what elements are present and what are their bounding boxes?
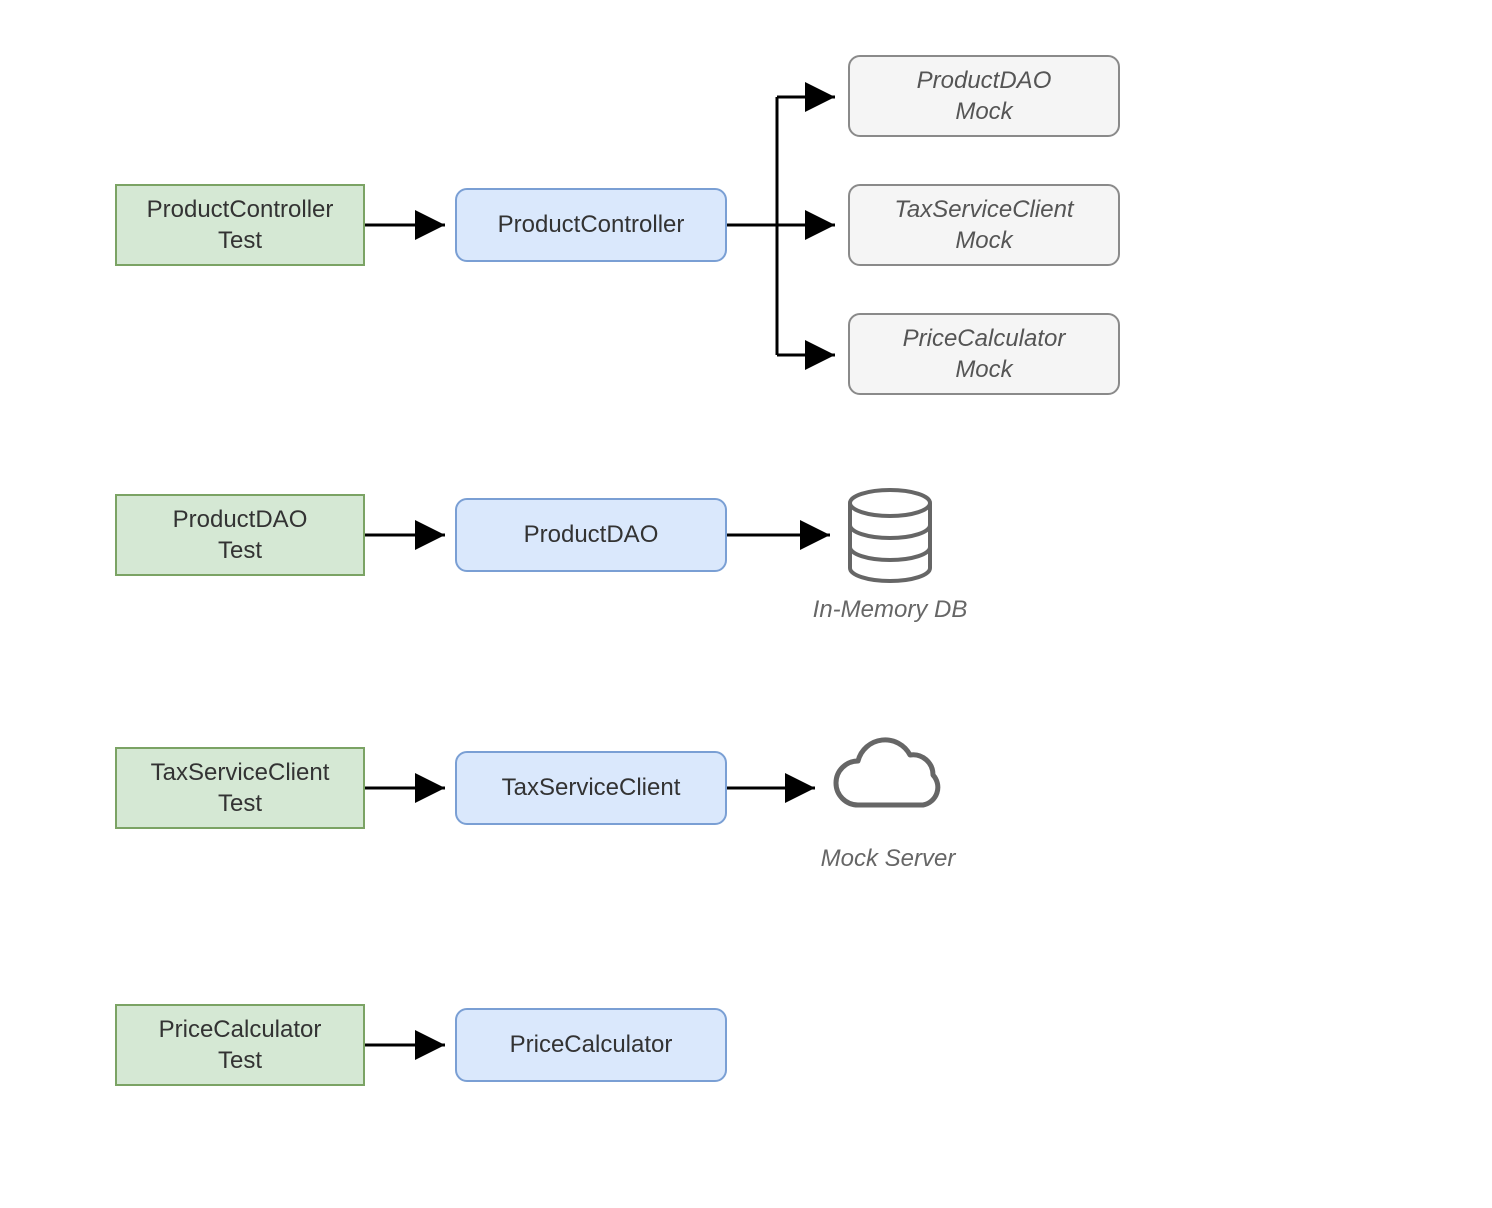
test-label: TaxServiceClientTest xyxy=(151,757,330,819)
cloud-icon xyxy=(828,735,948,830)
arrow-icon xyxy=(365,788,455,790)
mock-label: PriceCalculatorMock xyxy=(903,323,1066,385)
arrow-icon xyxy=(365,1045,455,1047)
test-label: PriceCalculatorTest xyxy=(159,1014,322,1076)
tax-service-client-test-box: TaxServiceClientTest xyxy=(115,747,365,829)
product-dao-test-box: ProductDAOTest xyxy=(115,494,365,576)
database-icon xyxy=(845,488,935,588)
product-dao-mock-box: ProductDAOMock xyxy=(848,55,1120,137)
subject-label: ProductController xyxy=(498,209,685,240)
mock-server-caption: Mock Server xyxy=(808,845,968,873)
arrow-icon xyxy=(727,788,827,790)
tax-service-client-box: TaxServiceClient xyxy=(455,751,727,825)
product-controller-box: ProductController xyxy=(455,188,727,262)
arrow-icon xyxy=(727,535,842,537)
test-label: ProductDAOTest xyxy=(173,504,308,566)
mock-label: TaxServiceClientMock xyxy=(894,194,1073,256)
test-label: ProductControllerTest xyxy=(147,194,334,256)
in-memory-db-caption: In-Memory DB xyxy=(800,596,980,624)
subject-label: TaxServiceClient xyxy=(502,772,681,803)
mock-label: ProductDAOMock xyxy=(917,65,1052,127)
subject-label: PriceCalculator xyxy=(510,1029,673,1060)
unit-test-diagram: ProductControllerTest ProductController … xyxy=(0,0,1492,1208)
product-dao-box: ProductDAO xyxy=(455,498,727,572)
branch-arrow-icon xyxy=(727,60,847,400)
price-calculator-mock-box: PriceCalculatorMock xyxy=(848,313,1120,395)
arrow-icon xyxy=(365,535,455,537)
product-controller-test-box: ProductControllerTest xyxy=(115,184,365,266)
price-calculator-box: PriceCalculator xyxy=(455,1008,727,1082)
subject-label: ProductDAO xyxy=(524,519,659,550)
price-calculator-test-box: PriceCalculatorTest xyxy=(115,1004,365,1086)
tax-service-client-mock-box: TaxServiceClientMock xyxy=(848,184,1120,266)
arrow-icon xyxy=(365,225,455,227)
